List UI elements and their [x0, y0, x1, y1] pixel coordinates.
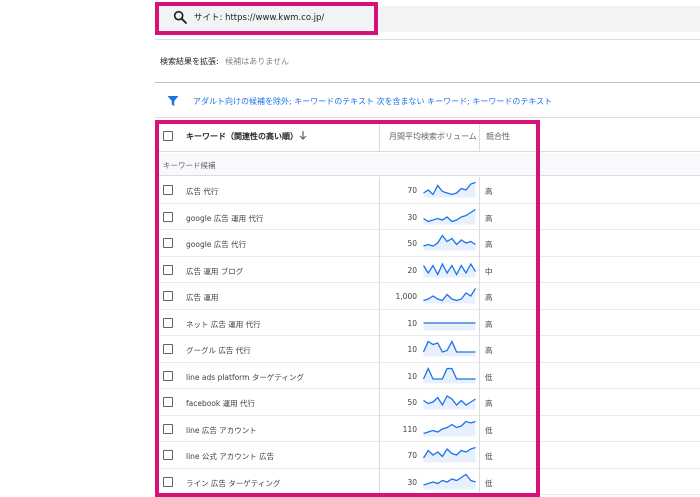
keyword-cell: line ads platform ターゲティング — [186, 372, 304, 382]
competition-cell: 高 — [485, 187, 493, 196]
trend-sparkline — [423, 321, 476, 330]
volume-cell: 1,000 — [395, 292, 417, 301]
trend-sparkline — [423, 234, 476, 251]
keyword-cell: ネット 広告 運用 代行 — [186, 319, 261, 329]
filter-bar[interactable]: アダルト向けの候補を除外; キーワードのテキスト 次を含まない キーワード; キ… — [155, 82, 700, 118]
keyword-cell: line 広告 アカウント — [186, 425, 257, 435]
trend-sparkline — [423, 288, 477, 304]
keyword-cell: 広告 代行 — [186, 187, 219, 196]
trend-sparkline — [422, 446, 476, 463]
sparkline-area — [423, 209, 476, 224]
keyword-cell: google 広告 代行 — [186, 240, 247, 249]
filter-icon[interactable] — [167, 95, 179, 107]
keyword-cell: グーグル 広告 代行 — [186, 346, 251, 355]
trend-sparkline — [422, 262, 477, 277]
keyword-cell: facebook 運用 代行 — [186, 399, 256, 408]
competition-cell: 低 — [485, 478, 493, 488]
competition-cell: 高 — [485, 319, 493, 329]
row-checkbox[interactable] — [163, 370, 173, 381]
trend-sparkline — [422, 366, 476, 383]
volume-cell: 20 — [407, 265, 417, 275]
competition-column-header[interactable]: 競合性 — [486, 131, 510, 142]
table-row[interactable]: line 公式 アカウント 広告 70 低 — [155, 442, 700, 469]
keyword-column-header[interactable]: キーワード（関連性の高い順） — [186, 131, 298, 142]
volume-cell: 70 — [407, 186, 417, 195]
search-highlight-box — [155, 2, 378, 35]
trend-sparkline — [423, 420, 476, 436]
group-header: キーワード候補 — [155, 153, 700, 176]
sparkline-area — [423, 182, 476, 198]
row-checkbox[interactable] — [163, 423, 173, 434]
trend-sparkline — [423, 395, 476, 410]
volume-cell: 10 — [407, 345, 417, 354]
competition-cell: 中 — [485, 266, 493, 276]
arrow-down-icon[interactable] — [299, 130, 307, 140]
competition-cell: 高 — [485, 399, 493, 408]
row-checkbox[interactable] — [163, 264, 173, 275]
trend-sparkline — [423, 181, 476, 198]
keyword-table: キーワード（関連性の高い順） 月間平均検索ボリューム 競合性 キーワード候補 広… — [155, 120, 700, 497]
table-row[interactable]: google 広告 運用 代行 30 高 — [155, 204, 700, 230]
row-checkbox[interactable] — [163, 291, 173, 301]
table-row[interactable]: facebook 運用 代行 50 高 — [155, 389, 700, 416]
competition-cell: 低 — [485, 425, 493, 435]
divider — [155, 39, 700, 40]
row-checkbox[interactable] — [163, 344, 173, 354]
select-all-checkbox[interactable] — [163, 131, 173, 141]
competition-cell: 低 — [485, 452, 493, 461]
table-row[interactable]: 広告 運用 1,000 高 — [155, 283, 700, 310]
keyword-cell: google 広告 運用 代行 — [186, 213, 264, 223]
keyword-cell: line 公式 アカウント 広告 — [186, 452, 275, 461]
competition-cell: 高 — [485, 213, 493, 223]
volume-column-header[interactable]: 月間平均検索ボリューム — [389, 131, 477, 142]
volume-cell: 110 — [402, 424, 417, 434]
competition-cell: 高 — [485, 346, 493, 355]
expand-results-value: 候補はありません — [225, 57, 290, 66]
competition-cell: 低 — [485, 372, 493, 382]
row-checkbox[interactable] — [163, 238, 173, 248]
expand-results-row: 検索結果を拡張: 候補はありません — [160, 56, 289, 67]
volume-cell: 10 — [407, 371, 417, 381]
row-checkbox[interactable] — [163, 450, 173, 460]
column-divider — [479, 120, 480, 152]
table-row[interactable]: 広告 運用 ブログ 20 中 — [155, 257, 700, 283]
trend-sparkline — [422, 340, 476, 357]
sparkline-area — [423, 322, 476, 330]
column-divider — [379, 120, 380, 152]
table-row[interactable]: line ads platform ターゲティング 10 低 — [155, 363, 700, 389]
filter-text[interactable]: アダルト向けの候補を除外; キーワードのテキスト 次を含まない キーワード; キ… — [193, 96, 552, 107]
table-row[interactable]: ネット 広告 運用 代行 10 高 — [155, 310, 700, 336]
table-row[interactable]: 広告 代行 70 高 — [155, 177, 700, 204]
row-checkbox[interactable] — [163, 397, 173, 407]
volume-cell: 50 — [407, 239, 417, 248]
table-row[interactable]: google 広告 代行 50 高 — [155, 230, 700, 257]
row-checkbox[interactable] — [163, 476, 173, 487]
keyword-cell: 広告 運用 ブログ — [186, 266, 244, 276]
volume-cell: 10 — [407, 318, 417, 328]
column-divider — [479, 177, 480, 497]
keyword-cell: 広告 運用 — [186, 293, 219, 302]
group-label: キーワード候補 — [163, 161, 216, 170]
competition-cell: 高 — [485, 293, 493, 302]
table-row[interactable]: ライン 広告 ターゲティング 30 低 — [155, 469, 700, 495]
expand-results-label: 検索結果を拡張: — [160, 57, 219, 66]
volume-cell: 30 — [407, 477, 417, 487]
sparkline-area — [423, 447, 476, 463]
trend-sparkline — [423, 473, 476, 489]
column-divider — [379, 177, 380, 497]
row-checkbox[interactable] — [163, 211, 173, 222]
volume-cell: 30 — [407, 212, 417, 222]
keyword-cell: ライン 広告 ターゲティング — [186, 478, 281, 488]
sparkline-area — [423, 421, 476, 436]
row-checkbox[interactable] — [163, 317, 173, 328]
table-row[interactable]: グーグル 広告 代行 10 高 — [155, 336, 700, 363]
trend-sparkline — [423, 208, 476, 224]
table-header: キーワード（関連性の高い順） 月間平均検索ボリューム 競合性 — [155, 120, 700, 152]
row-checkbox[interactable] — [163, 185, 173, 195]
volume-cell: 50 — [407, 398, 417, 407]
competition-cell: 高 — [485, 240, 493, 249]
table-row[interactable]: line 広告 アカウント 110 低 — [155, 416, 700, 442]
table-body: 広告 代行 70 高 google 広告 運用 代行 30 高 google 広告 代行 50… — [155, 177, 700, 495]
volume-cell: 70 — [407, 451, 417, 460]
